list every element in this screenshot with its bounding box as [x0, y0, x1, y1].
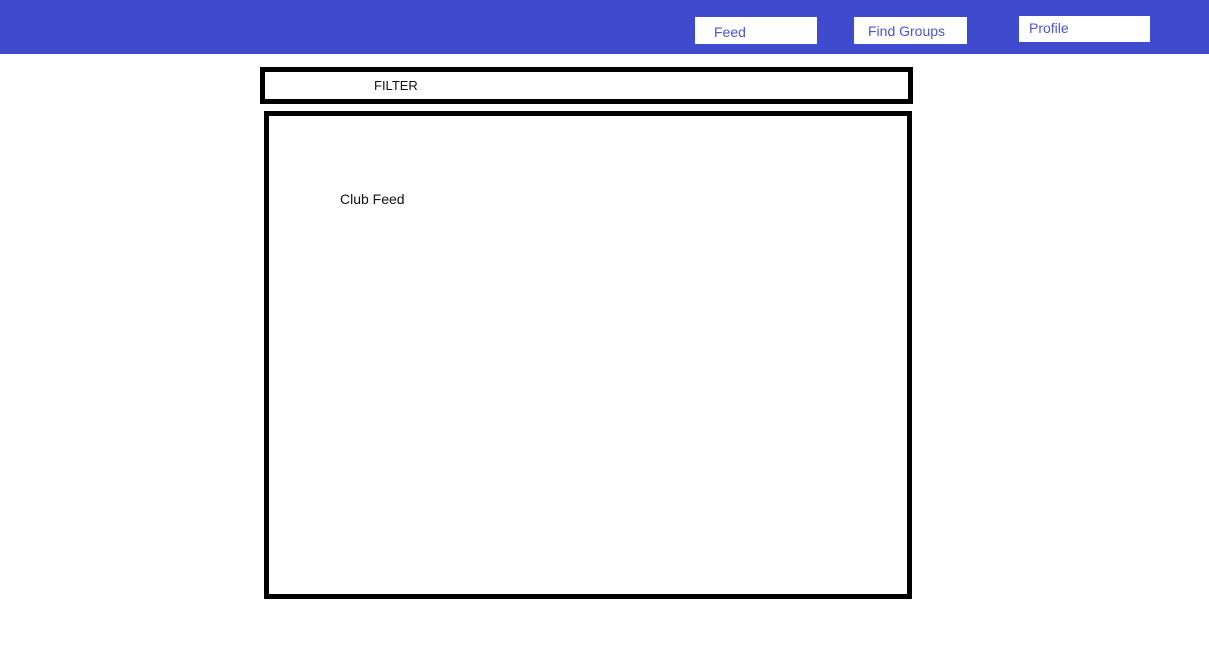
find-groups-nav-label: Find Groups [868, 23, 946, 39]
profile-nav-label: Profile [1029, 20, 1069, 36]
top-navigation-bar: Feed Find Groups Profile [0, 0, 1209, 54]
club-feed-title: Club Feed [340, 191, 405, 207]
feed-nav-label: Feed [714, 24, 746, 40]
filter-label: FILTER [374, 78, 418, 93]
feed-nav-button[interactable]: Feed [695, 17, 817, 44]
profile-nav-button[interactable]: Profile [1019, 16, 1150, 42]
filter-bar[interactable]: FILTER [260, 67, 913, 104]
find-groups-nav-button[interactable]: Find Groups [854, 17, 967, 44]
club-feed-panel: Club Feed [264, 111, 912, 599]
